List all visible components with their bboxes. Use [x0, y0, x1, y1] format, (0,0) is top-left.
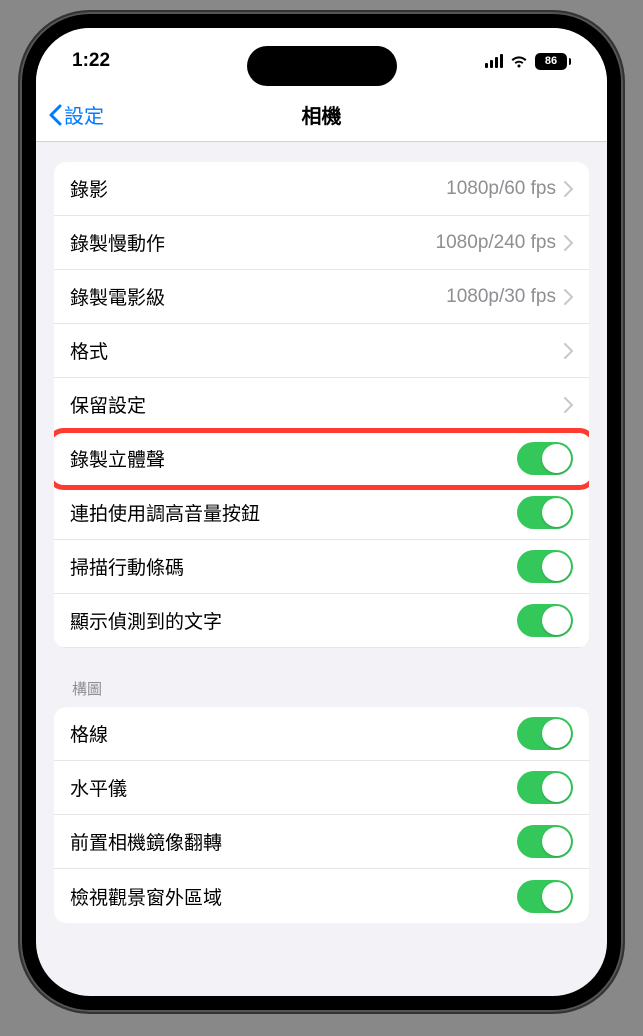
- row-mirror-front: 前置相機鏡像翻轉: [54, 815, 589, 869]
- battery-icon: 86: [535, 53, 571, 70]
- chevron-right-icon: [564, 343, 573, 359]
- cellular-signal-icon: [485, 54, 503, 68]
- page-title: 相機: [48, 100, 595, 129]
- row-show-detected-text: 顯示偵測到的文字: [54, 594, 589, 648]
- toggle-burst-volume-up[interactable]: [517, 496, 573, 529]
- row-label: 錄製電影級: [70, 283, 446, 310]
- toggle-level[interactable]: [517, 771, 573, 804]
- nav-bar: 設定 相機: [36, 88, 607, 142]
- chevron-right-icon: [564, 181, 573, 197]
- row-label: 連拍使用調高音量按鈕: [70, 499, 517, 526]
- chevron-right-icon: [564, 289, 573, 305]
- row-label: 前置相機鏡像翻轉: [70, 828, 517, 855]
- row-label: 錄製立體聲: [70, 445, 517, 472]
- toggle-scan-qr[interactable]: [517, 550, 573, 583]
- settings-group-1: 錄影 1080p/60 fps 錄製慢動作 1080p/240 fps 錄製電影…: [54, 162, 589, 648]
- back-label: 設定: [64, 100, 104, 129]
- row-label: 格線: [70, 720, 517, 747]
- row-grid: 格線: [54, 707, 589, 761]
- row-record-cinematic[interactable]: 錄製電影級 1080p/30 fps: [54, 270, 589, 324]
- row-label: 水平儀: [70, 774, 517, 801]
- row-label: 格式: [70, 337, 564, 364]
- screen: 1:22 86 設定 相機: [36, 28, 607, 996]
- row-record-video[interactable]: 錄影 1080p/60 fps: [54, 162, 589, 216]
- row-formats[interactable]: 格式: [54, 324, 589, 378]
- row-burst-volume-up: 連拍使用調高音量按鈕: [54, 486, 589, 540]
- row-preserve-settings[interactable]: 保留設定: [54, 378, 589, 432]
- row-level: 水平儀: [54, 761, 589, 815]
- device-frame: 1:22 86 設定 相機: [20, 12, 623, 1012]
- chevron-right-icon: [564, 397, 573, 413]
- row-label: 錄製慢動作: [70, 229, 436, 256]
- toggle-mirror-front[interactable]: [517, 825, 573, 858]
- content-scroll[interactable]: 錄影 1080p/60 fps 錄製慢動作 1080p/240 fps 錄製電影…: [36, 142, 607, 996]
- row-view-outside-frame: 檢視觀景窗外區域: [54, 869, 589, 923]
- settings-group-composition: 格線 水平儀 前置相機鏡像翻轉 檢視觀景窗外區域: [54, 707, 589, 923]
- row-label: 檢視觀景窗外區域: [70, 883, 517, 910]
- row-label: 錄影: [70, 175, 446, 202]
- row-label: 掃描行動條碼: [70, 553, 517, 580]
- toggle-view-outside-frame[interactable]: [517, 880, 573, 913]
- chevron-right-icon: [564, 235, 573, 251]
- section-header-composition: 構圖: [72, 678, 571, 699]
- row-label: 顯示偵測到的文字: [70, 607, 517, 634]
- toggle-record-stereo[interactable]: [517, 442, 573, 475]
- row-scan-qr: 掃描行動條碼: [54, 540, 589, 594]
- toggle-grid[interactable]: [517, 717, 573, 750]
- battery-level: 86: [545, 55, 557, 67]
- wifi-icon: [509, 54, 529, 69]
- row-value: 1080p/60 fps: [446, 178, 556, 200]
- row-record-stereo: 錄製立體聲: [54, 432, 589, 486]
- row-value: 1080p/240 fps: [436, 232, 556, 254]
- toggle-show-detected-text[interactable]: [517, 604, 573, 637]
- row-record-slomo[interactable]: 錄製慢動作 1080p/240 fps: [54, 216, 589, 270]
- row-label: 保留設定: [70, 391, 564, 418]
- back-button[interactable]: 設定: [48, 100, 104, 129]
- row-value: 1080p/30 fps: [446, 286, 556, 308]
- dynamic-island: [247, 46, 397, 86]
